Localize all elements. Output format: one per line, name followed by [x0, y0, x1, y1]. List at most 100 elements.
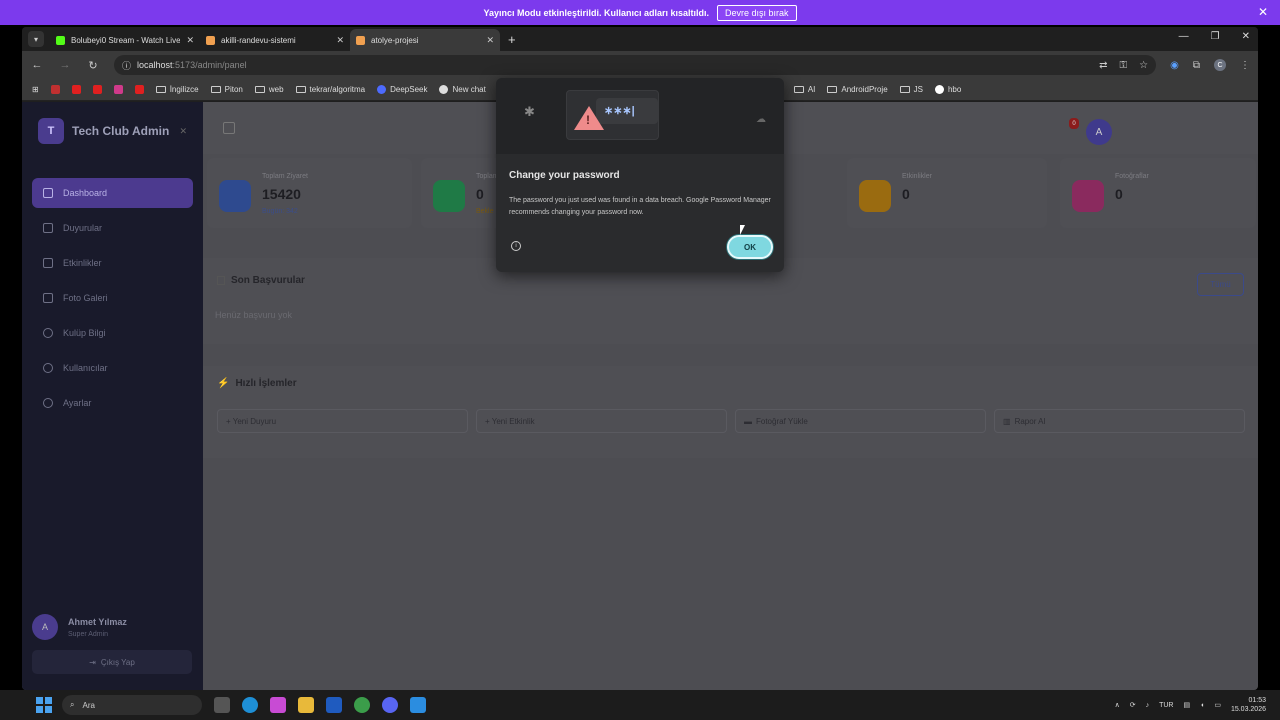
minimize-button[interactable]: — — [1179, 31, 1189, 42]
discord-icon[interactable] — [382, 697, 398, 713]
clock-date: 15.03.2026 — [1230, 706, 1266, 713]
youtube-bookmark-icon[interactable] — [71, 85, 81, 94]
close-window-button[interactable]: ✕ — [1242, 31, 1250, 42]
window-controls: — ❐ ✕ — [1179, 31, 1250, 42]
tab-akilli-randevu[interactable]: akilli-randevu-sistemi ✕ — [200, 29, 350, 51]
vscode-icon[interactable] — [410, 697, 426, 713]
reload-icon[interactable]: ↻ — [86, 59, 100, 72]
bookmark-folder[interactable]: tekrar/algoritma — [295, 85, 365, 94]
password-key-icon[interactable]: ⚿ — [1120, 60, 1128, 71]
bookmark-folder[interactable]: AI — [793, 85, 815, 94]
media-icon[interactable]: ◉ — [1170, 60, 1179, 71]
panel-title: Son Başvurular — [217, 275, 305, 286]
bookmark-folder[interactable]: JS — [899, 85, 923, 94]
gmail-bookmark-icon[interactable] — [50, 85, 60, 94]
apps-grid-icon[interactable]: ⊞ — [32, 85, 39, 94]
info-icon[interactable]: i — [511, 241, 521, 251]
camera-icon: ▬ — [744, 416, 752, 426]
sidebar-item-kullanicilar[interactable]: Kullanıcılar — [32, 353, 193, 383]
bookmark-deepseek[interactable]: DeepSeek — [377, 85, 427, 94]
chevron-up-icon[interactable]: ∧ — [1115, 701, 1120, 709]
vite-favicon-icon — [206, 35, 215, 45]
menu-toggle-icon[interactable] — [223, 122, 235, 134]
clock[interactable]: 01:53 15.03.2026 — [1231, 696, 1266, 714]
new-announcement-button[interactable]: + Yeni Duyuru — [217, 409, 468, 433]
instagram-bookmark-icon[interactable] — [113, 85, 123, 94]
youtube-bookmark-icon[interactable] — [92, 85, 102, 94]
edge-icon[interactable] — [242, 697, 258, 713]
avatar[interactable]: A — [1086, 119, 1112, 145]
folder-icon — [155, 86, 166, 93]
back-arrow-icon[interactable]: ← — [30, 59, 44, 71]
tab-search-icon[interactable]: ▾ — [28, 31, 44, 47]
sidebar-item-duyurular[interactable]: Duyurular — [32, 213, 193, 243]
sync-icon[interactable]: ⟳ — [1130, 701, 1136, 709]
file-explorer-icon[interactable] — [298, 697, 314, 713]
menu-dots-icon[interactable]: ⋮ — [1240, 60, 1250, 71]
system-tray: ∧ ⟳ ♪ TUR ▤ ◖ ▭ 01:53 15.03.2026 — [1115, 696, 1266, 714]
language-indicator[interactable]: TUR — [1159, 702, 1173, 709]
eye-icon — [219, 180, 251, 212]
windows-start-icon[interactable] — [36, 697, 52, 713]
sidebar-item-dashboard[interactable]: Dashboard — [32, 178, 193, 208]
bookmark-folder[interactable]: Piton — [210, 85, 243, 94]
copilot-icon[interactable] — [270, 697, 286, 713]
tab-atolye-projesi[interactable]: atolye-projesi ✕ — [350, 29, 500, 51]
profile-avatar[interactable]: C — [1214, 59, 1226, 71]
sidebar-item-foto-galeri[interactable]: Foto Galeri — [32, 283, 193, 313]
translate-icon[interactable]: ⇄ — [1099, 60, 1107, 71]
sidebar-title: Tech Club Admin — [72, 124, 170, 138]
new-tab-button[interactable]: + — [508, 32, 516, 47]
stat-value: 0 — [1115, 186, 1123, 202]
microphone-icon[interactable]: ♪ — [1146, 702, 1150, 709]
cloud-icon: ☁ — [756, 114, 766, 125]
site-info-icon[interactable]: ⓘ — [122, 59, 131, 72]
bookmark-folder[interactable]: AndroidProje — [827, 85, 888, 94]
youtube-bookmark-icon[interactable] — [134, 85, 144, 94]
streamer-message: Yayıncı Modu etkinleştirildi. Kullanıcı … — [483, 7, 710, 18]
disable-streamer-button[interactable]: Devre dışı bırak — [717, 4, 797, 21]
notification-badge[interactable]: 0 — [1069, 118, 1079, 129]
report-button[interactable]: ▥ Rapor Al — [994, 409, 1245, 433]
bookmark-folder[interactable]: İngilizce — [155, 85, 199, 94]
tab-close-icon[interactable]: ✕ — [486, 35, 494, 46]
task-view-icon[interactable] — [214, 697, 230, 713]
upload-photo-button[interactable]: ▬ Fotoğraf Yükle — [735, 409, 986, 433]
bookmark-star-icon[interactable]: ☆ — [1139, 60, 1148, 71]
taskbar-search[interactable]: ⌕ Ara — [62, 695, 202, 715]
sidebar-item-kulup-bilgi[interactable]: Kulüp Bilgi — [32, 318, 193, 348]
new-event-button[interactable]: + Yeni Etkinlik — [476, 409, 727, 433]
logout-button[interactable]: ⇥ Çıkış Yap — [32, 650, 192, 674]
sidebar-item-etkinlikler[interactable]: Etkinlikler — [32, 248, 193, 278]
kick-favicon-icon — [56, 35, 65, 45]
tab-close-icon[interactable]: ✕ — [336, 35, 344, 46]
empty-state-text: Henüz başvuru yok — [215, 310, 293, 320]
network-icon[interactable]: ▤ — [1183, 701, 1190, 709]
tab-kick[interactable]: Bolubeyi0 Stream - Watch Live ✕ — [50, 29, 200, 51]
restore-button[interactable]: ❐ — [1211, 31, 1220, 42]
info-icon — [43, 328, 53, 338]
extensions-icon[interactable]: ⧉ — [1193, 60, 1200, 71]
address-bar[interactable]: ⓘ localhost:5173/admin/panel ⇄ ⚿ ☆ — [114, 55, 1157, 75]
forward-arrow-icon[interactable]: → — [58, 59, 72, 71]
ok-button[interactable]: OK — [727, 235, 773, 259]
chrome-icon[interactable] — [354, 697, 370, 713]
bookmark-new-chat[interactable]: New chat — [439, 85, 486, 94]
view-all-button[interactable]: Tümü — [1197, 273, 1244, 296]
trello-icon[interactable] — [326, 697, 342, 713]
logout-icon: ⇥ — [89, 657, 96, 667]
sidebar-close-icon[interactable]: ✕ — [179, 126, 187, 137]
change-password-dialog: ✱ ∗∗∗| ! ☁ Change your password The pass… — [496, 78, 784, 272]
vite-favicon-icon — [356, 35, 365, 45]
sidebar-item-ayarlar[interactable]: Ayarlar — [32, 388, 193, 418]
close-icon[interactable]: ✕ — [1258, 5, 1268, 19]
bookmark-folder[interactable]: web — [254, 85, 284, 94]
tab-strip: ▾ Bolubeyi0 Stream - Watch Live ✕ akilli… — [22, 27, 1258, 51]
tab-close-icon[interactable]: ✕ — [186, 35, 194, 46]
browser-toolbar: ← → ↻ ⓘ localhost:5173/admin/panel ⇄ ⚿ ☆… — [22, 51, 1258, 79]
volume-icon[interactable]: ◖ — [1200, 702, 1204, 709]
bookmark-hbo[interactable]: hbo — [934, 85, 961, 94]
warning-mark: ! — [586, 113, 590, 127]
battery-icon[interactable]: ▭ — [1214, 701, 1221, 709]
tab-title: atolye-projesi — [371, 35, 419, 45]
